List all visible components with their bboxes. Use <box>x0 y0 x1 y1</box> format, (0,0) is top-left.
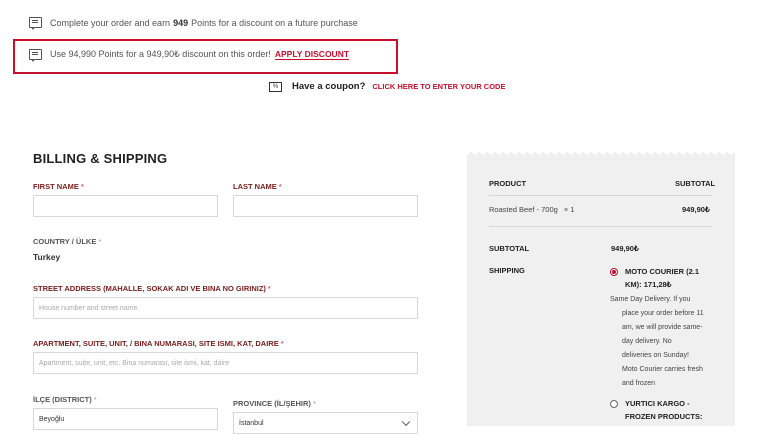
desc-line: day delivery. No <box>622 338 672 345</box>
earn-prefix: Complete your order and earn <box>50 17 171 28</box>
desc-line: am, we will provide same- <box>622 324 703 331</box>
subtotal-header: SUBTOTAL <box>675 179 716 188</box>
desc-line: and frozen <box>622 380 656 387</box>
province-label: PROVINCE (İL/ŞEHIR) * <box>233 399 316 408</box>
subtotal-value: 949,90₺ <box>611 244 639 253</box>
earn-points: 949 <box>173 17 189 28</box>
first-name-input[interactable] <box>33 195 218 217</box>
billing-title: BILLING & SHIPPING <box>33 151 168 166</box>
summary-edge <box>467 150 735 156</box>
desc-line: Moto Courier carries fresh <box>622 366 703 373</box>
message-icon <box>29 17 42 30</box>
enter-coupon-link[interactable]: CLICK HERE TO ENTER YOUR CODE <box>372 82 505 91</box>
moto-courier-option[interactable]: MOTO COURIER (2.1 KM): 171,28₺ <box>625 265 699 291</box>
option1-line2: KM): 171,28₺ <box>625 280 672 289</box>
summary-divider <box>489 195 713 196</box>
apply-discount-link[interactable]: APPLY DISCOUNT <box>274 49 350 60</box>
item-name: Roasted Beef - 700g <box>489 205 558 214</box>
earn-points-notice: Complete your order and earn 949 Points … <box>29 17 358 30</box>
chevron-down-icon <box>401 417 411 427</box>
product-header: PRODUCT <box>489 179 527 188</box>
option2-line1: YURTICI KARGO - <box>625 399 690 408</box>
earn-suffix: Points for a discount on a future purcha… <box>191 17 358 28</box>
district-value: Beyoğlu <box>39 415 65 423</box>
province-value: İstanbul <box>239 419 264 427</box>
first-name-label: FIRST NAME * <box>33 182 84 191</box>
street-input[interactable]: House number and street name <box>33 297 418 319</box>
coupon-ticket-icon: % <box>269 81 282 92</box>
option2-line2: FROZEN PRODUCTS: <box>625 412 703 421</box>
redeem-text: Use 94,990 Points for a 949,90₺ discount… <box>50 49 271 59</box>
street-label: STREET ADDRESS (MAHALLE, SOKAK ADI VE BI… <box>33 284 271 293</box>
item-qty: × 1 <box>563 205 575 214</box>
redeem-points-notice: Use 94,990 Points for a 949,90₺ discount… <box>29 49 350 62</box>
last-name-label: LAST NAME * <box>233 182 282 191</box>
moto-courier-radio[interactable] <box>610 268 618 276</box>
item-total: 949,90₺ <box>682 205 710 214</box>
summary-divider <box>489 226 713 227</box>
desc-line: place your order before 11 <box>622 310 704 317</box>
last-name-input[interactable] <box>233 195 418 217</box>
option1-line1: MOTO COURIER (2.1 <box>625 267 700 276</box>
apartment-label: APARTMENT, SUITE, UNIT, / BINA NUMARASI,… <box>33 339 284 348</box>
coupon-row: % Have a coupon? CLICK HERE TO ENTER YOU… <box>269 81 505 92</box>
moto-courier-description: Same Day Delivery. If you place your ord… <box>610 293 720 391</box>
yurtici-kargo-option[interactable]: YURTICI KARGO - FROZEN PRODUCTS: <box>625 397 703 423</box>
subtotal-label: SUBTOTAL <box>489 244 530 253</box>
shipping-label: SHIPPING <box>489 266 525 275</box>
desc-line: deliveries on Sunday! <box>622 352 689 359</box>
district-input[interactable]: Beyoğlu <box>33 408 218 430</box>
desc-line: Same Day Delivery. If you <box>610 296 691 303</box>
country-label: COUNTRY / ÜLKE * <box>33 237 102 246</box>
street-placeholder: House number and street name <box>39 304 138 312</box>
message-icon <box>29 49 42 62</box>
apartment-input[interactable]: Apartment, suite, unit, etc. Bina numara… <box>33 352 418 374</box>
apartment-placeholder: Apartment, suite, unit, etc. Bina numara… <box>39 359 230 367</box>
yurtici-kargo-radio[interactable] <box>610 400 618 408</box>
coupon-question: Have a coupon? <box>292 81 366 92</box>
line-item: Roasted Beef - 700g × 1 <box>489 205 575 214</box>
country-value: Turkey <box>33 252 61 262</box>
province-select[interactable]: İstanbul <box>233 412 418 434</box>
district-label: İLÇE (DISTRICT) * <box>33 395 97 404</box>
